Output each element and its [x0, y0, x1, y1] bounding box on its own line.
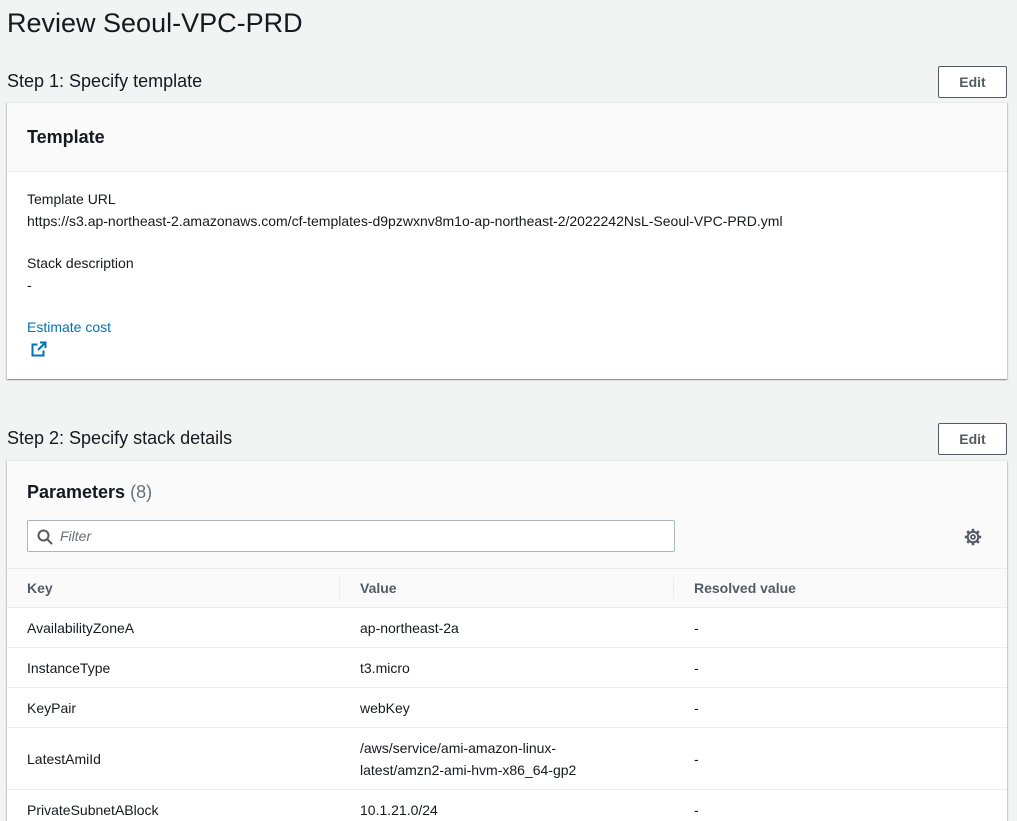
search-icon — [37, 529, 53, 545]
table-row: KeyPair webKey - — [7, 688, 1007, 728]
param-key: LatestAmiId — [27, 750, 101, 767]
column-header-resolved-value[interactable]: Resolved value — [694, 569, 796, 607]
external-link-icon[interactable] — [31, 341, 47, 357]
param-key: PrivateSubnetABlock — [27, 801, 159, 818]
column-header-value[interactable]: Value — [360, 569, 397, 607]
page-title: Review Seoul-VPC-PRD — [7, 8, 303, 38]
param-resolved-value: - — [694, 659, 699, 676]
param-value: 10.1.21.0/24 — [360, 801, 438, 818]
step1-title: Step 1: Specify template — [7, 71, 203, 91]
filter-input[interactable] — [60, 522, 660, 550]
column-divider — [339, 578, 340, 598]
parameters-card: Parameters (8) Filter Key Value Resolved… — [7, 460, 1007, 821]
stack-description-label: Stack description — [27, 255, 134, 271]
column-divider — [673, 578, 674, 598]
gear-icon[interactable] — [964, 528, 982, 546]
param-resolved-value: - — [694, 699, 699, 716]
table-row: LatestAmiId /aws/service/ami-amazon-linu… — [7, 728, 1007, 790]
param-value-line: latest/amzn2-ami-hvm-x86_64-gp2 — [360, 761, 577, 778]
param-resolved-value: - — [694, 750, 699, 767]
estimate-cost-link[interactable]: Estimate cost — [27, 317, 111, 337]
table-header: Key Value Resolved value — [7, 568, 1007, 608]
filter-box[interactable] — [27, 520, 675, 552]
step2-title: Step 2: Specify stack details — [7, 428, 233, 448]
param-key: AvailabilityZoneA — [27, 619, 135, 636]
param-value-line: /aws/service/ami-amazon-linux- — [360, 739, 557, 756]
param-resolved-value: - — [694, 801, 699, 818]
column-header-key[interactable]: Key — [27, 569, 53, 607]
table-row: AvailabilityZoneA ap-northeast-2a - — [7, 608, 1007, 648]
stack-description-value: - — [27, 277, 32, 293]
param-key: InstanceType — [27, 659, 111, 676]
template-card-header: Template — [7, 103, 1007, 172]
step2-edit-button[interactable]: Edit — [938, 423, 1007, 455]
table-row: PrivateSubnetABlock 10.1.21.0/24 - — [7, 790, 1007, 821]
param-value: t3.micro — [360, 659, 410, 676]
param-value: ap-northeast-2a — [360, 619, 459, 636]
step1-edit-button[interactable]: Edit — [938, 66, 1007, 98]
parameters-card-header: Parameters (8) — [7, 461, 1007, 568]
parameters-count: (8) — [130, 482, 153, 502]
param-value: webKey — [360, 699, 410, 716]
table-row: InstanceType t3.micro - — [7, 648, 1007, 688]
template-url-value: https://s3.ap-northeast-2.amazonaws.com/… — [27, 213, 783, 229]
template-url-label: Template URL — [27, 191, 116, 207]
parameters-title-text: Parameters — [27, 482, 126, 502]
template-card-title: Template — [27, 127, 105, 147]
review-page: Review Seoul-VPC-PRD Step 1: Specify tem… — [0, 0, 1017, 821]
param-resolved-value: - — [694, 619, 699, 636]
parameters-title: Parameters (8) — [27, 481, 152, 503]
param-key: KeyPair — [27, 699, 77, 716]
template-card: Template Template URL https://s3.ap-nort… — [7, 102, 1007, 379]
param-value: /aws/service/ami-amazon-linux- latest/am… — [360, 728, 576, 789]
